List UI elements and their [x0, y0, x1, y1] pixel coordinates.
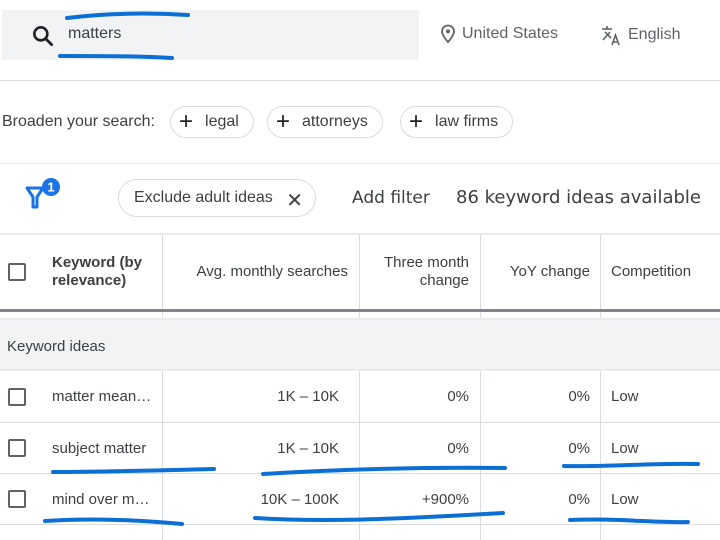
yoy-cell: 0%: [568, 440, 590, 457]
three-month-cell: +900%: [421, 491, 469, 508]
exclude-adult-ideas-chip[interactable]: Exclude adult ideas ✕: [118, 179, 316, 217]
annotation-stroke: [51, 467, 216, 474]
column-header-yoy-change[interactable]: YoY change: [486, 263, 590, 281]
language-label: English: [628, 26, 681, 43]
three-month-cell: 0%: [447, 388, 469, 405]
add-filter-button[interactable]: Add filter: [352, 188, 430, 208]
table-top-border: [0, 233, 720, 235]
competition-cell: Low: [611, 491, 639, 508]
group-label: Keyword ideas: [7, 338, 106, 355]
column-divider: [359, 235, 360, 540]
keyword-cell[interactable]: subject matter: [52, 440, 146, 457]
column-header-keyword[interactable]: Keyword (by relevance): [52, 254, 152, 290]
translate-icon: [602, 26, 620, 46]
location-selector[interactable]: United States: [440, 24, 558, 44]
column-header-three-month-change[interactable]: Three month change: [372, 254, 469, 290]
row-checkbox[interactable]: [8, 439, 26, 457]
select-all-checkbox[interactable]: [8, 263, 26, 281]
annotation-stroke: [253, 511, 505, 523]
keyword-cell[interactable]: matter mean…: [52, 388, 151, 405]
row-divider: [0, 422, 720, 423]
row-checkbox[interactable]: [8, 490, 26, 508]
column-divider: [600, 235, 601, 540]
chip-label: law firms: [435, 113, 499, 130]
avg-monthly-cell: 1K – 10K: [277, 440, 339, 457]
column-divider: [480, 235, 481, 540]
location-label: United States: [462, 25, 559, 42]
chip-label: Exclude adult ideas: [134, 189, 273, 206]
broaden-chip-legal[interactable]: + legal: [170, 106, 254, 138]
broaden-chip-attorneys[interactable]: + attorneys: [267, 106, 383, 138]
search-input[interactable]: matters: [68, 25, 121, 43]
group-row: Keyword ideas: [0, 318, 720, 371]
avg-monthly-cell: 10K – 100K: [260, 491, 339, 508]
plus-icon: +: [276, 108, 291, 135]
plus-icon: +: [409, 108, 424, 135]
broaden-chip-law-firms[interactable]: + law firms: [400, 106, 514, 138]
filter-button[interactable]: 1: [24, 176, 64, 212]
keyword-cell[interactable]: mind over m…: [52, 491, 150, 508]
header-divider: [0, 309, 720, 312]
column-divider: [162, 235, 163, 540]
row-divider: [0, 473, 720, 474]
search-icon: [33, 26, 54, 47]
divider: [0, 163, 720, 164]
yoy-cell: 0%: [568, 491, 590, 508]
chip-label: legal: [205, 113, 239, 130]
yoy-cell: 0%: [568, 388, 590, 405]
location-pin-icon: [441, 24, 455, 44]
three-month-cell: 0%: [447, 440, 469, 457]
search-box[interactable]: matters: [2, 10, 419, 60]
divider: [0, 80, 720, 81]
keyword-ideas-count: 86 keyword ideas available: [456, 187, 701, 208]
broaden-label: Broaden your search:: [2, 113, 155, 130]
column-header-competition[interactable]: Competition: [611, 263, 716, 281]
competition-cell: Low: [611, 388, 639, 405]
row-divider: [0, 524, 720, 525]
filter-badge-count: 1: [47, 180, 54, 195]
annotation-stroke: [562, 461, 700, 469]
language-selector[interactable]: English: [600, 24, 680, 46]
competition-cell: Low: [611, 440, 639, 457]
filter-icon: 1: [25, 178, 60, 209]
plus-icon: +: [179, 108, 194, 135]
column-header-avg-monthly-searches[interactable]: Avg. monthly searches: [170, 263, 348, 281]
close-icon[interactable]: ✕: [286, 188, 303, 213]
row-checkbox[interactable]: [8, 388, 26, 406]
annotation-stroke: [568, 517, 690, 525]
chip-label: attorneys: [302, 113, 368, 130]
avg-monthly-cell: 1K – 10K: [277, 388, 339, 405]
